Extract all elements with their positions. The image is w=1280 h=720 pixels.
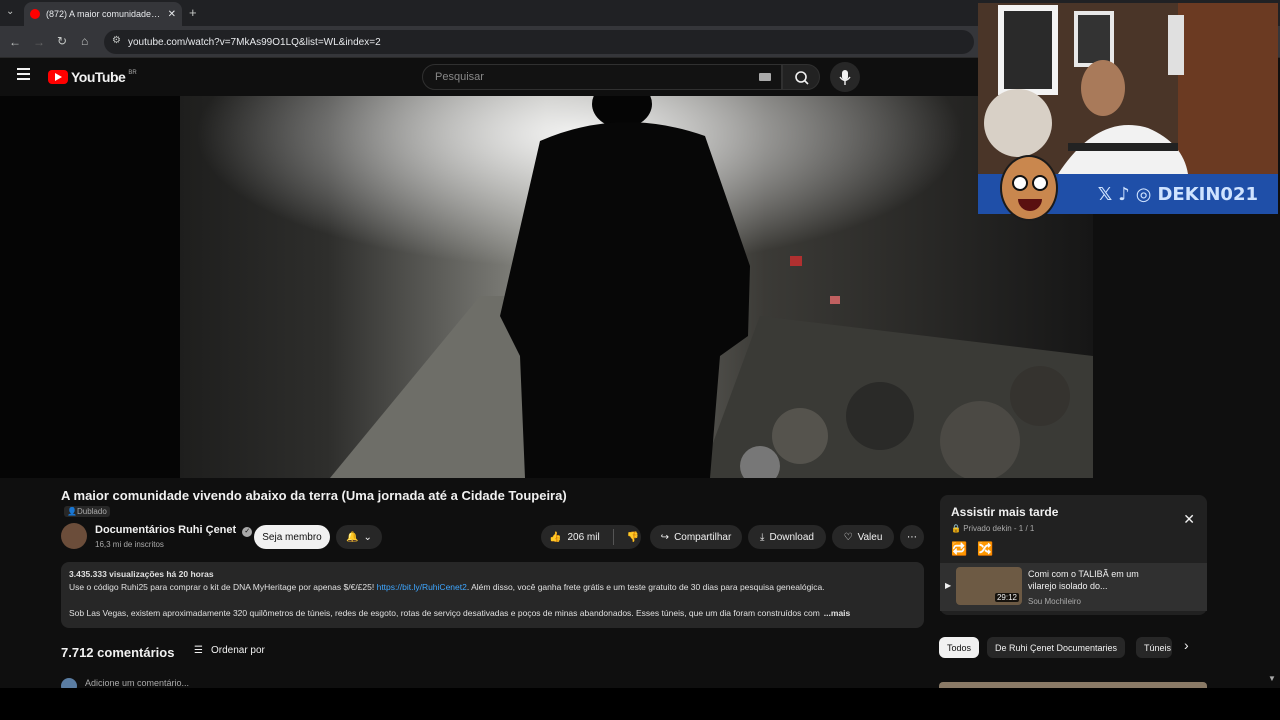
subscriber-count: 16,3 mi de inscritos — [95, 540, 164, 549]
social-handle: DEKIN021 — [1157, 183, 1258, 205]
like-button[interactable]: 👍 206 mil — [549, 532, 600, 543]
join-button[interactable]: Seja membro — [254, 525, 330, 549]
keyboard-icon[interactable] — [759, 73, 771, 81]
close-icon[interactable]: ✕ — [1183, 511, 1195, 528]
bell-icon: 🔔 — [346, 531, 359, 543]
share-button[interactable]: ↪ Compartilhar — [650, 525, 742, 549]
description-text: . Além disso, você ganha frete grátis e … — [466, 582, 825, 592]
playlist-meta-text: Privado dekin - 1 / 1 — [963, 524, 1035, 533]
show-more-link[interactable]: ...mais — [824, 607, 850, 620]
search-button[interactable] — [782, 64, 820, 90]
youtube-logo[interactable]: YouTube BR — [48, 69, 137, 85]
chip-ruhi[interactable]: De Ruhi Çenet Documentaries — [987, 637, 1126, 658]
search-icon — [795, 71, 809, 85]
more-horizontal-icon: ⋯ — [907, 531, 917, 543]
site-info-icon[interactable]: ⚙ — [112, 35, 121, 46]
video-player[interactable] — [0, 96, 1093, 478]
dubbed-label: Dublado — [76, 507, 107, 516]
playlist-item-channel: Sou Mochileiro — [1028, 597, 1081, 606]
youtube-favicon-icon — [30, 9, 40, 19]
bottom-bar — [0, 688, 1280, 720]
youtube-play-icon — [48, 70, 68, 84]
url-field[interactable]: ⚙ youtube.com/watch?v=7MkAs99O1LQ&list=W… — [104, 30, 974, 54]
tiktok-icon: ♪ — [1118, 183, 1130, 205]
thumbs-down-icon: 👎 — [626, 531, 640, 543]
channel-name-text: Documentários Ruhi Çenet — [95, 524, 237, 536]
description-text: Use o código Ruhi25 para comprar o kit d… — [69, 582, 377, 592]
playlist-item-thumbnail: 29:12 — [956, 567, 1022, 605]
new-tab-button[interactable]: + — [189, 5, 197, 20]
more-actions-button[interactable]: ⋯ — [900, 525, 924, 549]
browser-tab[interactable]: (872) A maior comunidade viven ✕ — [24, 2, 182, 26]
heart-dollar-icon: ♡ — [843, 531, 853, 543]
like-dislike-group: 👍 206 mil 👎 — [541, 525, 641, 549]
channel-avatar[interactable] — [61, 523, 87, 549]
reload-icon[interactable]: ↻ — [57, 34, 67, 48]
menu-icon[interactable] — [17, 68, 30, 80]
sort-label: Ordenar por — [210, 645, 265, 656]
sort-icon: ☰ — [194, 645, 203, 656]
lock-icon: 🔒 — [951, 524, 961, 533]
comments-count: 7.712 comentários — [61, 645, 175, 660]
thanks-label: Valeu — [857, 531, 883, 543]
loop-icon[interactable]: 🔁 — [951, 541, 967, 557]
dislike-button[interactable]: 👎 — [627, 532, 639, 543]
playlist-title[interactable]: Assistir mais tarde — [951, 505, 1058, 519]
forward-arrow-icon[interactable]: → — [33, 35, 45, 49]
video-frame — [0, 96, 1093, 478]
description-line-2: Sob Las Vegas, existem aproximadamente 3… — [69, 607, 916, 620]
chip-all[interactable]: Todos — [939, 637, 980, 658]
description-text: Sob Las Vegas, existem aproximadamente 3… — [69, 608, 820, 618]
video-duration: 29:12 — [994, 593, 1019, 602]
notifications-button[interactable]: 🔔 ⌄ — [336, 525, 382, 549]
view-stats: 3.435.333 visualizações há 20 horas — [69, 569, 214, 579]
shuffle-icon[interactable]: 🔀 — [977, 541, 993, 557]
search-placeholder: Pesquisar — [435, 71, 484, 83]
chip-tuneis[interactable]: Túneis — [1136, 637, 1172, 658]
description-link[interactable]: https://bit.ly/RuhiCenet2 — [377, 582, 467, 592]
now-playing-icon: ▶ — [945, 581, 952, 590]
voice-search-button[interactable] — [830, 62, 860, 92]
scroll-down-icon[interactable]: ▼ — [1268, 674, 1276, 683]
download-icon: ⤓ — [760, 531, 765, 543]
thanks-button[interactable]: ♡ Valeu — [832, 525, 894, 549]
region-code: BR — [128, 70, 137, 76]
chevron-right-icon[interactable]: › — [1184, 637, 1189, 653]
tab-close-icon[interactable]: ✕ — [168, 9, 176, 20]
cartoon-avatar — [1000, 155, 1058, 221]
verified-icon: ✓ — [242, 527, 253, 537]
video-title: A maior comunidade vivendo abaixo da ter… — [61, 488, 567, 503]
playlist-panel: Assistir mais tarde 🔒 Privado dekin - 1 … — [940, 495, 1207, 615]
share-arrow-icon: ↪ — [660, 531, 670, 543]
home-icon[interactable]: ⌂ — [81, 34, 88, 48]
tab-title: (872) A maior comunidade viven — [46, 9, 162, 19]
playlist-item[interactable]: ▶ 29:12 Comi com o TALIBÃ em um vilarejo… — [940, 563, 1207, 611]
microphone-icon — [839, 70, 851, 85]
description-line-1: Use o código Ruhi25 para comprar o kit d… — [69, 581, 916, 594]
back-arrow-icon[interactable]: ← — [9, 35, 21, 49]
search-input[interactable]: Pesquisar — [422, 64, 782, 90]
sort-button[interactable]: ☰ Ordenar por — [194, 645, 265, 656]
tab-search-icon[interactable]: ⌄ — [6, 6, 14, 17]
thumbs-up-icon: 👍 — [549, 531, 562, 543]
youtube-logo-text: YouTube — [71, 69, 126, 85]
dubbed-badge: 👤Dublado — [64, 506, 110, 517]
playlist-item-title: Comi com o TALIBÃ em um vilarejo isolado… — [1028, 569, 1139, 591]
divider — [612, 529, 614, 545]
download-label: Download — [769, 531, 814, 543]
channel-name[interactable]: Documentários Ruhi Çenet ✓ — [95, 524, 253, 537]
dubbed-icon: 👤 — [67, 507, 77, 516]
url-text: youtube.com/watch?v=7MkAs99O1LQ&list=WL&… — [128, 36, 381, 48]
share-label: Compartilhar — [674, 531, 732, 543]
x-twitter-icon: 𝕏 — [1097, 183, 1113, 205]
chevron-down-icon: ⌄ — [363, 531, 372, 543]
webcam-image — [978, 3, 1278, 174]
description-box[interactable]: 3.435.333 visualizações há 20 horas Use … — [61, 562, 924, 628]
like-count: 206 mil — [567, 531, 600, 543]
instagram-icon: ◎ — [1135, 183, 1152, 205]
download-button[interactable]: ⤓ Download — [748, 525, 826, 549]
playlist-meta: 🔒 Privado dekin - 1 / 1 — [951, 524, 1034, 533]
